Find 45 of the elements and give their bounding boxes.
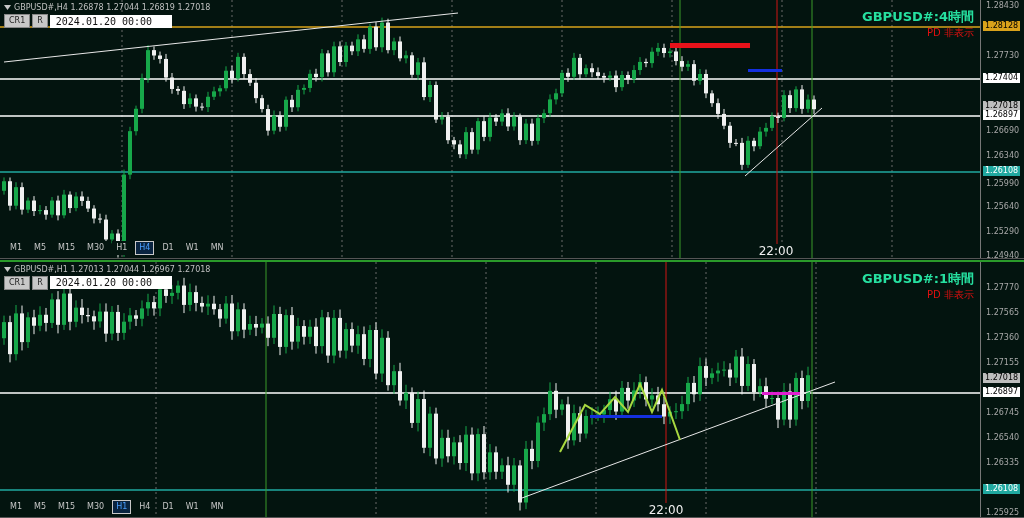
- price-label: 1.26897: [983, 110, 1021, 120]
- price-label: 1.27018: [983, 372, 1021, 383]
- symbol-quote: GBPUSD#,H4 1.26878 1.27044 1.26819 1.27018: [14, 3, 211, 12]
- axis-label: 1.26540: [986, 432, 1020, 442]
- toolbar-button[interactable]: R: [32, 14, 48, 28]
- timeframe-tab[interactable]: H1: [112, 500, 132, 514]
- caret-icon[interactable]: [4, 266, 11, 272]
- axis-label: 1.27770: [986, 282, 1020, 292]
- time-label: 22:00: [646, 503, 686, 517]
- axis-label: 1.26340: [986, 151, 1020, 160]
- status-text: PD 非表示: [927, 26, 974, 40]
- price-label: 1.26897: [983, 386, 1021, 397]
- price-label: 1.26108: [983, 483, 1021, 494]
- price-label: 1.27018: [983, 101, 1021, 111]
- axis-label: 1.27155: [986, 357, 1020, 367]
- marker-bar: [762, 391, 800, 395]
- price-label: 1.27404: [983, 73, 1021, 83]
- time-label: 22:00: [756, 243, 796, 258]
- axis-label: 1.27360: [986, 332, 1020, 342]
- axis-label: 1.25925: [986, 507, 1020, 517]
- axis-label: 1.26690: [986, 126, 1020, 135]
- date-field[interactable]: 2024.01.20 00:00: [49, 14, 172, 28]
- axis-label: 1.26745: [986, 407, 1020, 417]
- chart-title: GBPUSD#:1時間: [862, 269, 974, 288]
- price-label: 1.28128: [983, 21, 1021, 31]
- axis-label: 1.25290: [986, 227, 1020, 236]
- toolbar-button[interactable]: CR1: [4, 14, 31, 28]
- axis-label: 1.25990: [986, 179, 1020, 188]
- date-field[interactable]: 2024.01.20 00:00: [49, 276, 172, 289]
- timeframe-tab[interactable]: H4: [135, 240, 155, 255]
- axis-label: 1.25640: [986, 202, 1020, 211]
- axis-label: 1.24940: [986, 251, 1020, 260]
- toolbar-button[interactable]: R: [32, 275, 48, 290]
- marker-bar: [590, 414, 662, 418]
- marker-bar: [748, 69, 782, 72]
- symbol-quote: GBPUSD#,H1 1.27013 1.27044 1.26967 1.27018: [14, 264, 211, 274]
- axis-label: 1.26335: [986, 457, 1020, 467]
- axis-label: 1.28430: [986, 1, 1020, 10]
- price-label: 1.26108: [983, 166, 1021, 176]
- caret-icon[interactable]: [4, 5, 11, 10]
- chart-title: GBPUSD#:4時間: [862, 8, 974, 26]
- toolbar-button[interactable]: CR1: [4, 275, 31, 290]
- axis-label: 1.27565: [986, 307, 1020, 317]
- status-text: PD 非表示: [927, 287, 974, 302]
- axis-label: 1.27730: [986, 51, 1020, 60]
